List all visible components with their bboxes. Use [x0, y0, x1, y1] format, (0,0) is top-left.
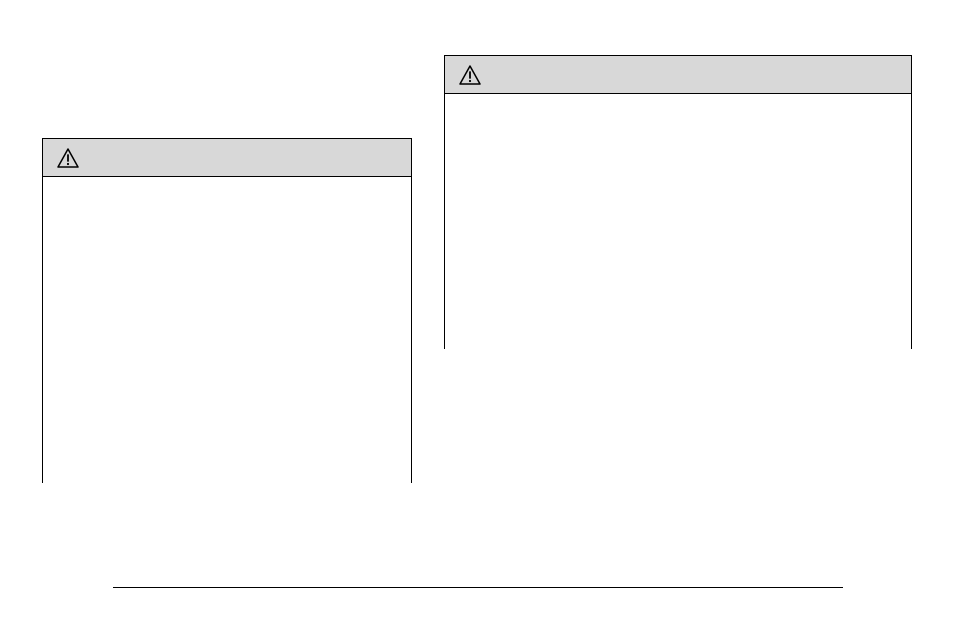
warning-card-header: [445, 56, 911, 94]
warning-triangle-icon: [459, 65, 481, 85]
warning-triangle-icon: [57, 148, 79, 168]
warning-card-header: [43, 139, 411, 177]
warning-card-left: [42, 138, 412, 483]
warning-card-body: [43, 177, 411, 484]
warning-card-right: [444, 55, 912, 349]
horizontal-divider: [113, 587, 843, 588]
warning-card-body: [445, 94, 911, 350]
